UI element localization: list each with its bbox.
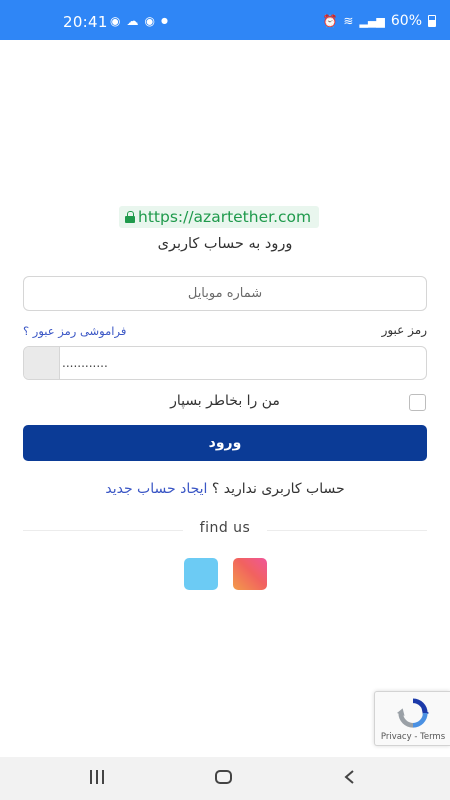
url-text: https://azartether.com (138, 208, 312, 226)
telegram-icon[interactable] (184, 558, 218, 590)
mobile-number-input[interactable] (24, 277, 426, 310)
password-input[interactable] (60, 347, 420, 379)
login-button[interactable]: ورود (23, 425, 427, 461)
recaptcha-links[interactable]: Privacy - Terms (375, 732, 450, 742)
remember-me-checkbox[interactable] (409, 394, 426, 411)
alarm-icon: ⏰ (322, 14, 338, 28)
status-system-icons: ⏰ ≋ ▂▄▆ 60% (322, 13, 436, 29)
signup-prompt: حساب کاربری ندارید ؟ (211, 481, 345, 497)
navigation-bar (0, 757, 450, 800)
forgot-password-link[interactable]: فراموشی رمز عبور ؟ (23, 324, 126, 338)
dot-icon: ● (160, 16, 168, 25)
url-badge: https://azartether.com (119, 206, 320, 228)
cloud-icon: ☁ (126, 14, 139, 28)
remember-me-label: من را بخاطر بسپار (170, 393, 280, 409)
home-icon[interactable] (215, 770, 232, 784)
wifi-icon: ≋ (343, 14, 354, 28)
signal-icon: ▂▄▆ (359, 14, 385, 28)
signup-row: حساب کاربری ندارید ؟ ایجاد حساب جدید (0, 481, 450, 497)
back-icon[interactable] (343, 770, 357, 784)
status-bar: 20:41 ◉ ☁ ◉ ● ⏰ ≋ ▂▄▆ 60% (0, 0, 450, 40)
battery-icon (428, 15, 436, 27)
password-visibility-toggle[interactable] (24, 347, 60, 379)
recaptcha-badge[interactable]: Privacy - Terms (374, 691, 450, 746)
instagram-icon[interactable] (233, 558, 267, 590)
notification-icon: ◉ (144, 14, 155, 28)
create-account-link[interactable]: ایجاد حساب جدید (105, 481, 207, 497)
recaptcha-icon (397, 698, 429, 728)
password-field-container (23, 346, 427, 380)
status-time: 20:41 (63, 13, 108, 31)
find-us-label: find us (199, 520, 251, 536)
lock-icon (125, 211, 136, 223)
password-label: رمز عبور (381, 323, 427, 337)
battery-percent: 60% (390, 13, 422, 29)
find-us-divider: find us (23, 520, 427, 540)
notification-icon: ◉ (110, 14, 121, 28)
mobile-field-container (23, 276, 427, 311)
recents-icon[interactable] (90, 770, 106, 784)
page-title: ورود به حساب کاربری (157, 236, 293, 252)
status-notification-icons: ◉ ☁ ◉ ● (110, 15, 168, 27)
